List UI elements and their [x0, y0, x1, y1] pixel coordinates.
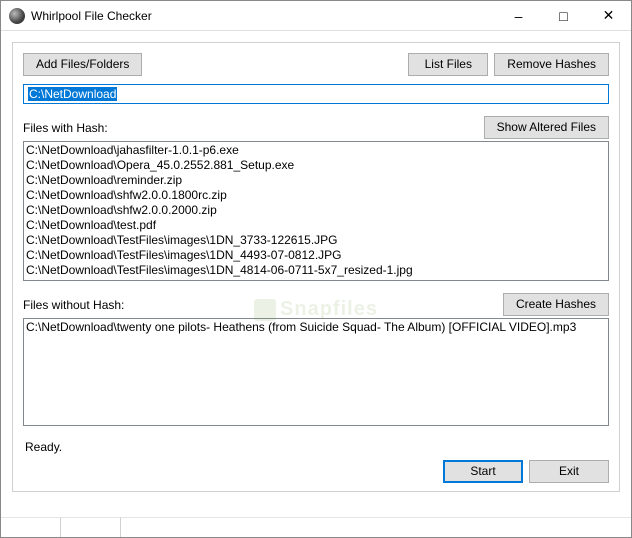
minimize-button[interactable]: – — [496, 1, 541, 30]
status-text: Ready. — [23, 440, 609, 454]
list-item[interactable]: C:\NetDownload\TestFiles\images\1DN_4814… — [26, 263, 606, 278]
list-item[interactable]: C:\NetDownload\TestFiles\images\1DN_3733… — [26, 233, 606, 248]
add-files-button[interactable]: Add Files/Folders — [23, 53, 142, 76]
path-input[interactable]: C:\NetDownload — [23, 84, 609, 104]
main-panel: Add Files/Folders List Files Remove Hash… — [12, 42, 620, 492]
titlebar: Whirlpool File Checker – □ ✕ — [1, 1, 631, 31]
app-icon — [9, 8, 25, 24]
list-item[interactable]: C:\NetDownload\Opera_45.0.2552.881_Setup… — [26, 158, 606, 173]
files-without-hash-list[interactable]: C:\NetDownload\twenty one pilots- Heathe… — [23, 318, 609, 426]
remove-hashes-button[interactable]: Remove Hashes — [494, 53, 609, 76]
list-item[interactable]: C:\NetDownload\shfw2.0.0.1800rc.zip — [26, 188, 606, 203]
list-item[interactable]: C:\NetDownload\jahasfilter-1.0.1-p6.exe — [26, 143, 606, 158]
maximize-button[interactable]: □ — [541, 1, 586, 30]
files-without-hash-label: Files without Hash: — [23, 298, 503, 312]
exit-button[interactable]: Exit — [529, 460, 609, 483]
list-item[interactable]: C:\NetDownload\twenty one pilots- Heathe… — [26, 320, 606, 335]
statusbar-cell — [121, 517, 631, 537]
list-files-button[interactable]: List Files — [408, 53, 488, 76]
list-item[interactable]: C:\NetDownload\TestFiles\images\1DN_4493… — [26, 248, 606, 263]
statusbar — [1, 517, 631, 537]
window-title: Whirlpool File Checker — [31, 9, 496, 23]
statusbar-cell — [1, 517, 61, 537]
window-controls: – □ ✕ — [496, 1, 631, 30]
files-with-hash-label: Files with Hash: — [23, 121, 484, 135]
close-button[interactable]: ✕ — [586, 1, 631, 30]
show-altered-files-button[interactable]: Show Altered Files — [484, 116, 609, 139]
create-hashes-button[interactable]: Create Hashes — [503, 293, 609, 316]
list-item[interactable]: C:\NetDownload\shfw2.0.0.2000.zip — [26, 203, 606, 218]
list-item[interactable]: C:\NetDownload\reminder.zip — [26, 173, 606, 188]
list-item[interactable]: C:\NetDownload\test.pdf — [26, 218, 606, 233]
statusbar-cell — [61, 517, 121, 537]
start-button[interactable]: Start — [443, 460, 523, 483]
files-with-hash-list[interactable]: C:\NetDownload\jahasfilter-1.0.1-p6.exeC… — [23, 141, 609, 281]
